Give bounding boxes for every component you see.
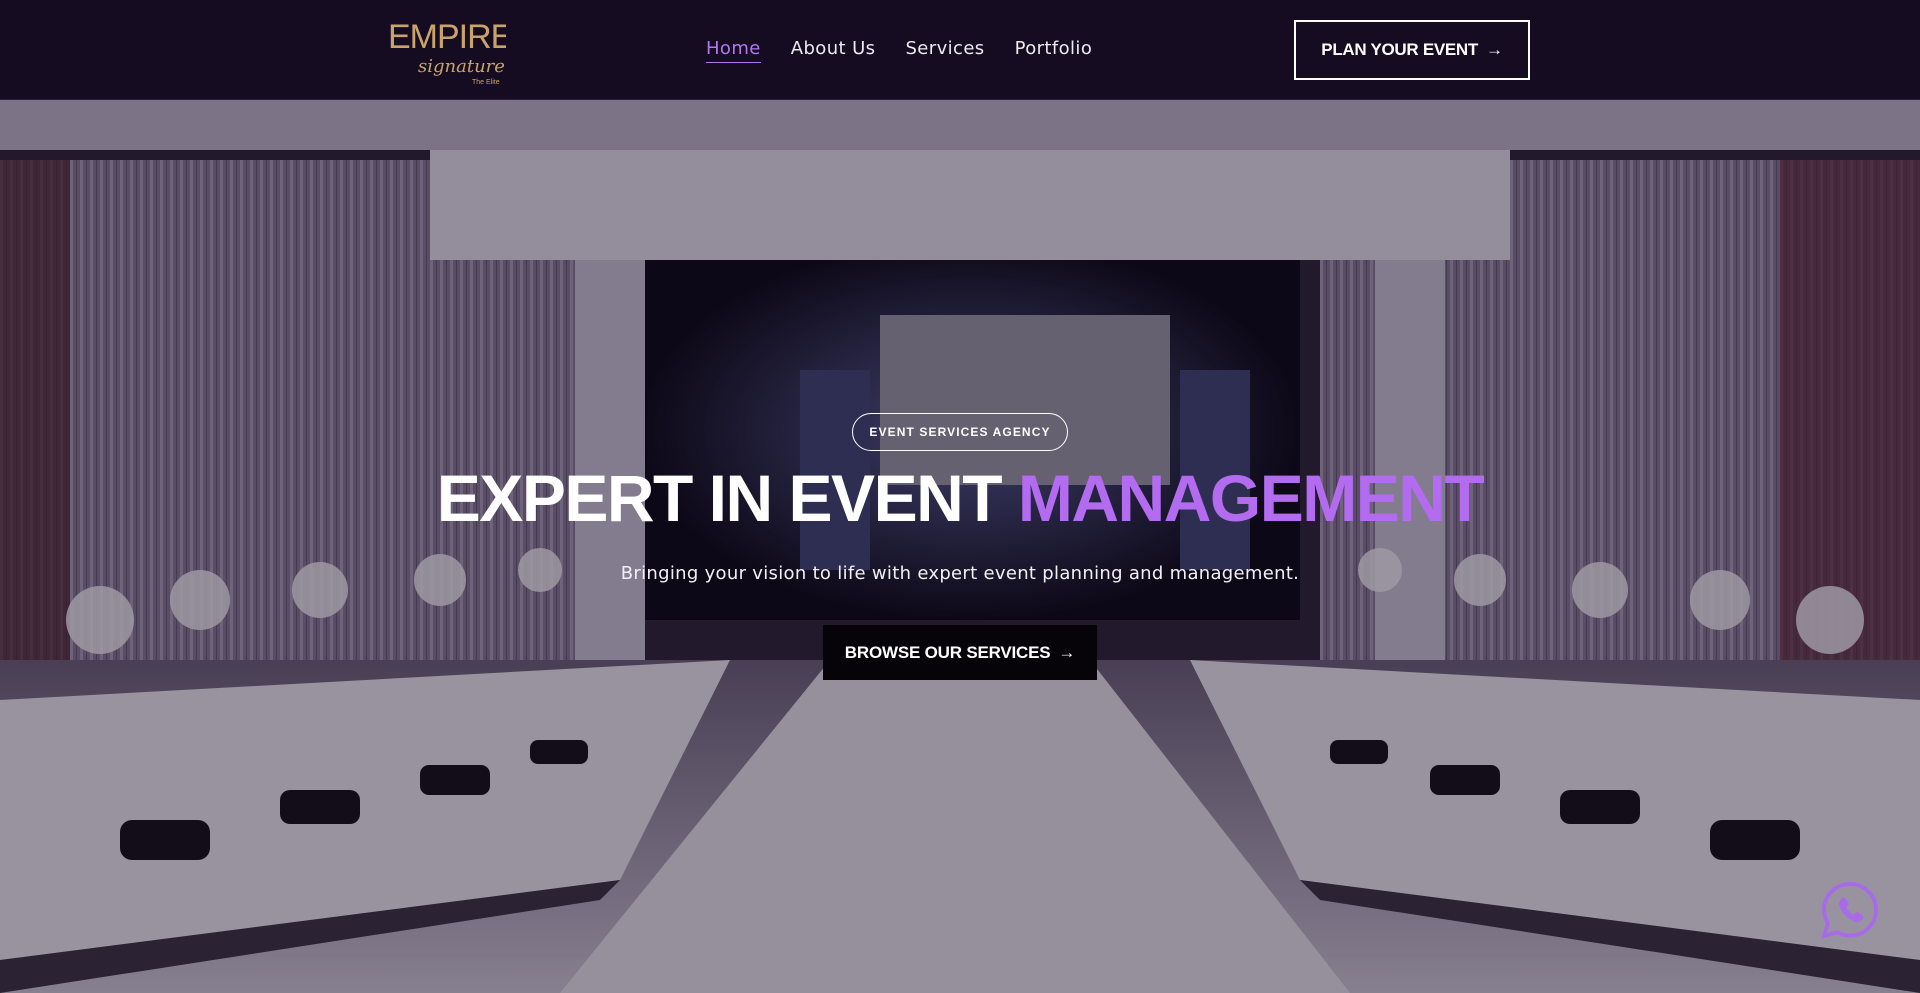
nav-item-home[interactable]: Home: [706, 38, 761, 63]
agency-badge: EVENT SERVICES AGENCY: [852, 413, 1068, 451]
logo-main-text: EMPIRE: [388, 18, 506, 56]
logo-tag-text: The Elite: [472, 79, 500, 86]
browse-services-label: BROWSE OUR SERVICES: [844, 642, 1051, 662]
nav-item-portfolio[interactable]: Portfolio: [1015, 38, 1093, 62]
empire-signature-logo[interactable]: EMPIRE signature The Elite: [388, 12, 506, 88]
nav-item-about-us[interactable]: About Us: [791, 38, 876, 62]
arrow-right-icon: →: [1486, 40, 1503, 59]
main-nav: Home About Us Services Portfolio: [706, 0, 1092, 100]
nav-item-services[interactable]: Services: [905, 38, 984, 62]
logo-script-text: signature: [418, 56, 505, 77]
headline-white-part: EXPERT IN EVENT: [436, 461, 1003, 535]
hero-overlay: [0, 100, 1920, 993]
browse-services-button[interactable]: BROWSE OUR SERVICES →: [823, 625, 1097, 680]
plan-your-event-label: PLAN YOUR EVENT: [1321, 40, 1478, 59]
arrow-right-icon: →: [1058, 642, 1076, 662]
hero-subtitle: Bringing your vision to life with expert…: [620, 563, 1300, 584]
hero-headline: EXPERT IN EVENT MANAGEMENT: [0, 462, 1920, 535]
headline-accent-part: MANAGEMENT: [1017, 461, 1485, 535]
site-header: EMPIRE signature The Elite Home About Us…: [0, 0, 1920, 100]
plan-your-event-button[interactable]: PLAN YOUR EVENT →: [1294, 20, 1530, 80]
hero-section: EVENT SERVICES AGENCY EXPERT IN EVENT MA…: [0, 100, 1920, 993]
whatsapp-icon[interactable]: [1818, 878, 1882, 942]
